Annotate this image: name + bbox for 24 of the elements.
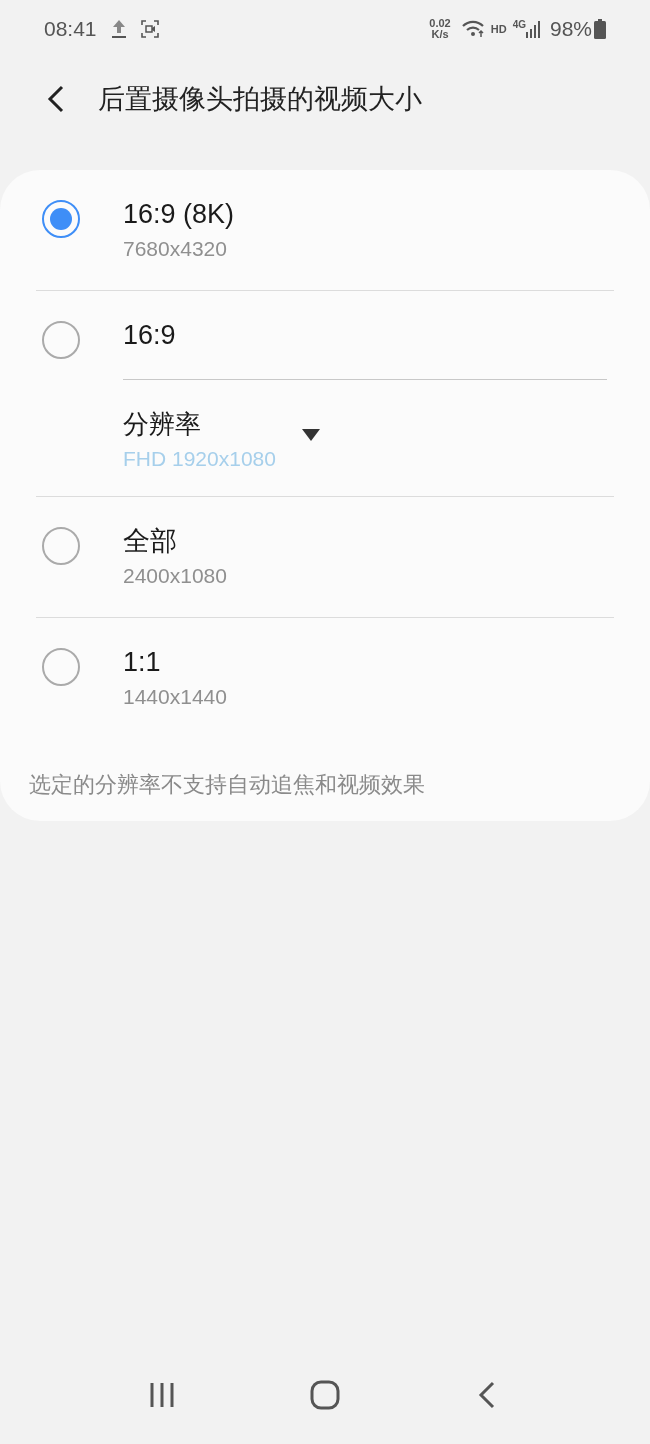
option-resolution: 2400x1080 <box>123 563 227 589</box>
battery-icon <box>594 19 606 39</box>
network-speed: 0.02 K/s <box>429 18 451 40</box>
option-resolution: 1440x1440 <box>123 684 227 710</box>
option-title: 16:9 <box>123 319 176 352</box>
info-note: 选定的分辨率不支持自动追焦和视频效果 <box>28 771 426 799</box>
hd-label: HD <box>490 21 507 37</box>
option-resolution: 7680x4320 <box>123 236 228 262</box>
upload-icon <box>110 19 127 39</box>
signal-icon <box>525 20 540 38</box>
option-title: 16:9 (8K) <box>123 198 235 231</box>
home-icon[interactable] <box>310 1380 340 1410</box>
option-title: 1:1 <box>123 646 162 679</box>
radio-button[interactable] <box>42 321 80 359</box>
radio-button[interactable] <box>42 527 80 565</box>
network-type: 4G <box>512 20 526 30</box>
option-title: 全部 <box>123 525 178 558</box>
radio-button[interactable] <box>42 200 80 238</box>
radio-button[interactable] <box>42 648 80 686</box>
dropdown-arrow-icon <box>301 429 320 441</box>
battery-percent: 98% <box>549 16 592 43</box>
screen-record-icon <box>140 20 159 38</box>
clock: 08:41 <box>44 16 97 43</box>
page-title: 后置摄像头拍摄的视频大小 <box>98 82 422 116</box>
